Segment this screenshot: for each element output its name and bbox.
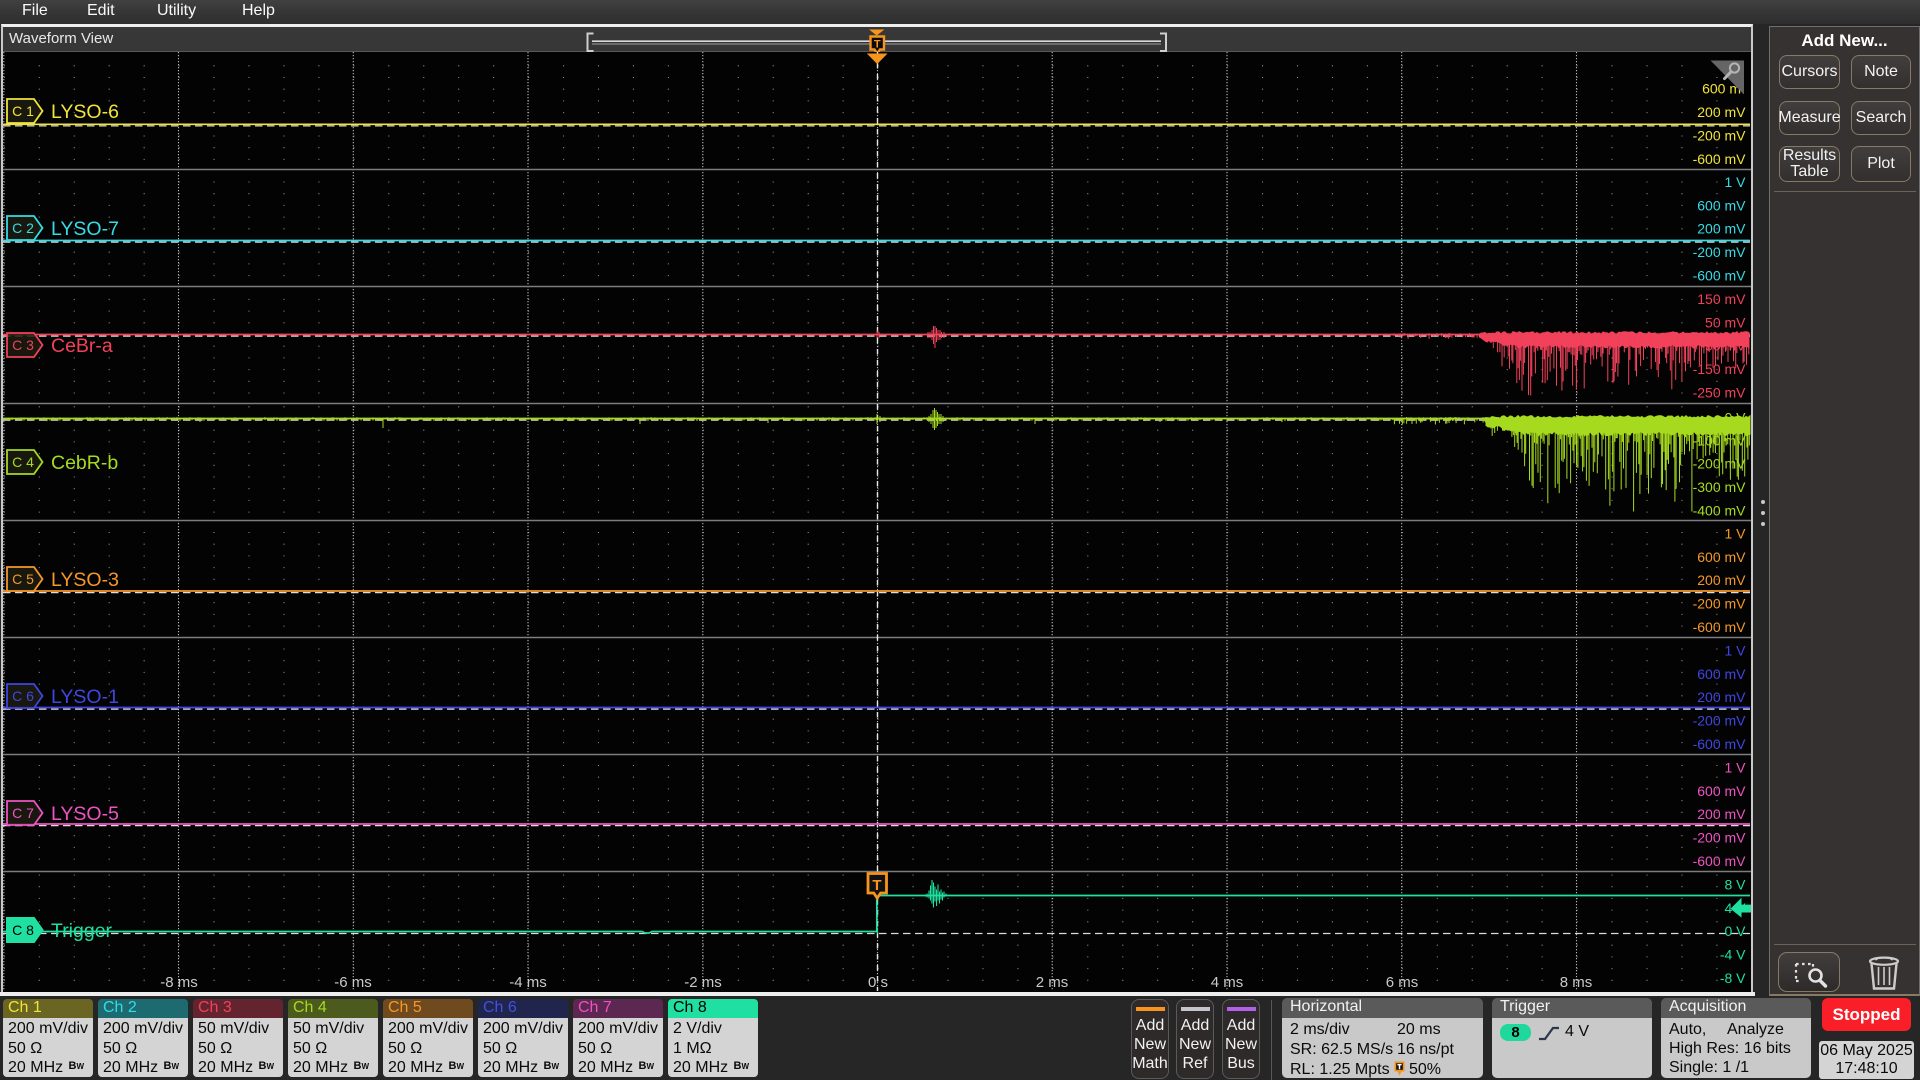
svg-text:600 mV: 600 mV: [1697, 666, 1746, 682]
svg-text:-600 mV: -600 mV: [1693, 853, 1747, 869]
svg-text:-200 mV: -200 mV: [1693, 456, 1747, 472]
svg-text:600 mV: 600 mV: [1697, 783, 1746, 799]
svg-text:-8 ms: -8 ms: [160, 974, 198, 991]
svg-text:C 1: C 1: [12, 103, 34, 119]
svg-text:600 mV: 600 mV: [1697, 549, 1746, 565]
svg-text:-200 mV: -200 mV: [1693, 128, 1747, 144]
svg-text:8 ms: 8 ms: [1560, 974, 1593, 991]
svg-text:C 4: C 4: [12, 454, 34, 470]
svg-text:-200 mV: -200 mV: [1693, 713, 1747, 729]
svg-text:150 mV: 150 mV: [1697, 291, 1746, 307]
svg-text:-150 mV: -150 mV: [1693, 361, 1747, 377]
svg-text:2 ms: 2 ms: [1036, 974, 1069, 991]
svg-text:50 mV: 50 mV: [1705, 314, 1746, 330]
svg-text:200 mV: 200 mV: [1697, 689, 1746, 705]
svg-text:C 6: C 6: [12, 688, 34, 704]
svg-text:CeBr-a: CeBr-a: [51, 335, 113, 357]
svg-text:1 V: 1 V: [1724, 759, 1746, 775]
svg-text:0 V: 0 V: [1724, 409, 1746, 425]
svg-text:-2 ms: -2 ms: [684, 974, 722, 991]
svg-text:-600 mV: -600 mV: [1693, 268, 1747, 284]
svg-text:8 V: 8 V: [1724, 876, 1746, 892]
svg-text:Trigger: Trigger: [51, 920, 113, 942]
svg-text:1 V: 1 V: [1724, 642, 1746, 658]
svg-text:LYSO-6: LYSO-6: [51, 101, 119, 123]
svg-text:CebR-b: CebR-b: [51, 452, 118, 474]
svg-text:-6 ms: -6 ms: [334, 974, 372, 991]
svg-text:200 mV: 200 mV: [1697, 221, 1746, 237]
svg-text:6 ms: 6 ms: [1386, 974, 1419, 991]
svg-text:-4 V: -4 V: [1720, 947, 1746, 963]
svg-text:0 s: 0 s: [868, 974, 888, 991]
svg-text:C 5: C 5: [12, 571, 34, 587]
svg-text:-50 mV: -50 mV: [1700, 338, 1746, 354]
svg-text:LYSO-1: LYSO-1: [51, 686, 119, 708]
svg-text:-100 mV: -100 mV: [1693, 432, 1747, 448]
svg-text:-400 mV: -400 mV: [1693, 503, 1747, 519]
svg-text:-200 mV: -200 mV: [1693, 244, 1747, 260]
svg-text:200 mV: 200 mV: [1697, 806, 1746, 822]
svg-text:1 V: 1 V: [1724, 525, 1746, 541]
svg-text:200 mV: 200 mV: [1697, 104, 1746, 120]
svg-text:0 V: 0 V: [1724, 923, 1746, 939]
svg-text:-200 mV: -200 mV: [1693, 830, 1747, 846]
svg-text:-600 mV: -600 mV: [1693, 151, 1747, 167]
svg-text:-4 ms: -4 ms: [509, 974, 547, 991]
svg-text:T: T: [874, 39, 881, 51]
svg-text:C 8: C 8: [12, 922, 34, 938]
svg-text:C 2: C 2: [12, 220, 34, 236]
svg-text:LYSO-5: LYSO-5: [51, 803, 119, 825]
svg-text:C 7: C 7: [12, 805, 34, 821]
svg-text:C 3: C 3: [12, 337, 34, 353]
svg-text:-200 mV: -200 mV: [1693, 596, 1747, 612]
svg-text:-600 mV: -600 mV: [1693, 619, 1747, 635]
svg-text:-8 V: -8 V: [1720, 970, 1746, 986]
svg-text:-600 mV: -600 mV: [1693, 736, 1747, 752]
svg-text:-250 mV: -250 mV: [1693, 385, 1747, 401]
svg-text:4 ms: 4 ms: [1211, 974, 1244, 991]
svg-text:LYSO-7: LYSO-7: [51, 218, 119, 240]
svg-text:LYSO-3: LYSO-3: [51, 569, 119, 591]
svg-text:600 mV: 600 mV: [1697, 197, 1746, 213]
svg-text:1 V: 1 V: [1724, 174, 1746, 190]
svg-text:T: T: [872, 877, 881, 894]
svg-text:-300 mV: -300 mV: [1693, 479, 1747, 495]
svg-text:200 mV: 200 mV: [1697, 572, 1746, 588]
